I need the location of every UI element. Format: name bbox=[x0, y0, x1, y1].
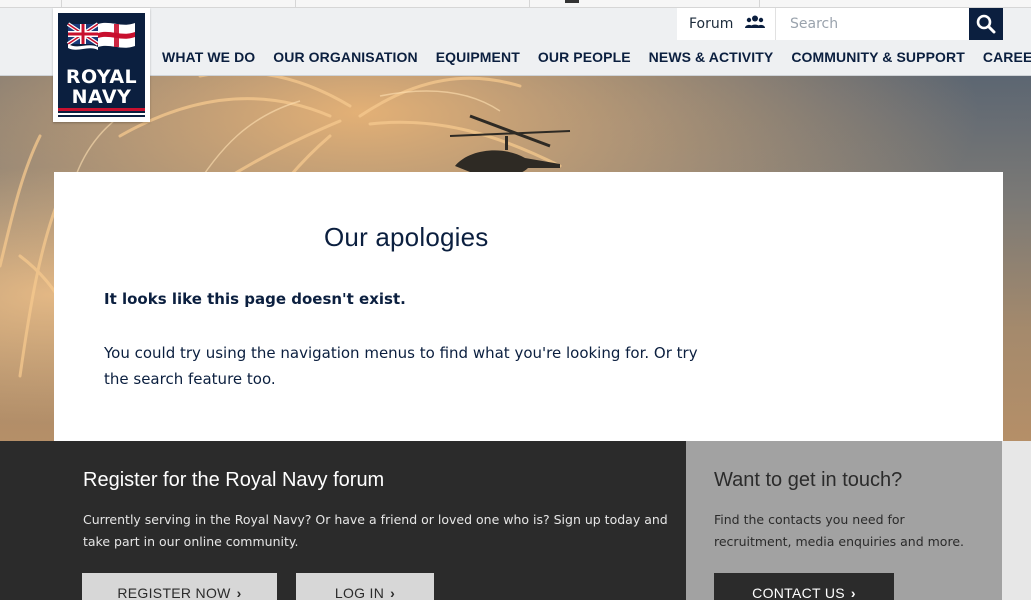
logo-badge: ROYAL NAVY bbox=[58, 13, 145, 117]
tab-segment[interactable] bbox=[0, 0, 62, 8]
browser-tab-strip bbox=[0, 0, 1031, 8]
nav-item-news-activity[interactable]: NEWS & ACTIVITY bbox=[649, 49, 774, 65]
logo-white-stripe bbox=[58, 113, 145, 115]
contact-panel-text: Find the contacts you need for recruitme… bbox=[714, 512, 964, 549]
site-header: Forum WHAT WE DO OUR ORGANISATION bbox=[0, 8, 1031, 76]
tab-segment[interactable] bbox=[62, 0, 296, 8]
logo-text-royal: ROYAL bbox=[65, 66, 138, 88]
utility-bar: Forum bbox=[677, 8, 1003, 40]
right-edge-strip bbox=[1002, 441, 1031, 600]
search-button[interactable] bbox=[969, 8, 1003, 40]
nav-item-what-we-do[interactable]: WHAT WE DO bbox=[162, 49, 255, 65]
royal-navy-logo[interactable]: ROYAL NAVY bbox=[53, 8, 150, 122]
search-icon bbox=[976, 14, 996, 34]
contact-panel: Want to get in touch? Find the contacts … bbox=[686, 441, 1031, 600]
forum-panel-text: Currently serving in the Royal Navy? Or … bbox=[83, 512, 668, 549]
chevron-right-icon: › bbox=[850, 585, 856, 600]
forum-label: Forum bbox=[689, 16, 734, 32]
logo-red-stripe bbox=[58, 108, 145, 111]
error-body: You could try using the navigation menus… bbox=[104, 344, 698, 388]
page-title: Our apologies bbox=[324, 222, 489, 252]
ensign-flag-icon bbox=[66, 22, 135, 50]
nav-item-equipment[interactable]: EQUIPMENT bbox=[436, 49, 520, 65]
error-card: Our apologies It looks like this page do… bbox=[54, 172, 1003, 441]
register-now-button[interactable]: REGISTER NOW › bbox=[82, 573, 277, 600]
chevron-right-icon: › bbox=[390, 585, 396, 600]
log-in-label: LOG IN bbox=[334, 585, 385, 600]
tab-glyph-icon bbox=[565, 0, 579, 3]
nav-item-community-support[interactable]: COMMUNITY & SUPPORT bbox=[791, 49, 965, 65]
contact-us-label: CONTACT US bbox=[752, 585, 845, 600]
logo-text-navy: NAVY bbox=[71, 86, 132, 108]
chevron-right-icon: › bbox=[236, 585, 242, 600]
forum-register-panel: Register for the Royal Navy forum Curren… bbox=[0, 441, 686, 600]
log-in-button[interactable]: LOG IN › bbox=[296, 573, 434, 600]
main-nav: WHAT WE DO OUR ORGANISATION EQUIPMENT OU… bbox=[162, 49, 1031, 65]
register-now-label: REGISTER NOW bbox=[117, 585, 231, 600]
search-input[interactable] bbox=[776, 8, 969, 40]
forum-panel-title: Register for the Royal Navy forum bbox=[83, 469, 385, 491]
forum-link[interactable]: Forum bbox=[677, 8, 776, 40]
tab-segment[interactable] bbox=[296, 0, 530, 8]
nav-item-our-organisation[interactable]: OUR ORGANISATION bbox=[273, 49, 417, 65]
nav-item-our-people[interactable]: OUR PEOPLE bbox=[538, 49, 631, 65]
contact-panel-title: Want to get in touch? bbox=[714, 469, 903, 491]
error-lead: It looks like this page doesn't exist. bbox=[104, 290, 406, 308]
users-icon bbox=[745, 15, 766, 33]
contact-us-button[interactable]: CONTACT US › bbox=[714, 573, 894, 600]
nav-item-careers[interactable]: CAREERS bbox=[983, 49, 1031, 65]
